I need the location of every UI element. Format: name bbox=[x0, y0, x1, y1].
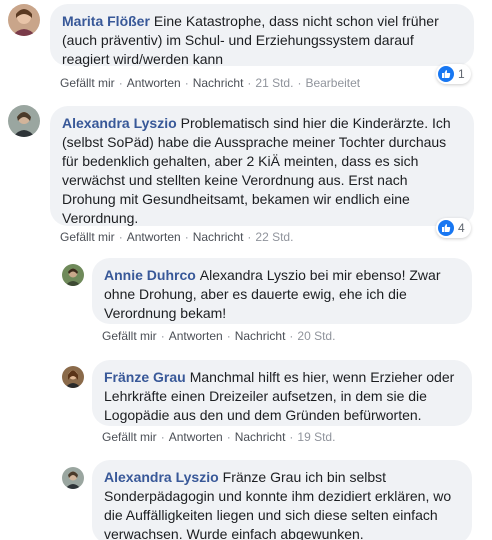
comment-actions: Gefällt mir · Antworten · Nachricht · 22 Std. bbox=[60, 230, 294, 244]
reply-bubble: Fränze Grau Manchmal hilft es hier, wenn … bbox=[92, 360, 472, 426]
comment-actions: Gefällt mir · Antworten · Nachricht · 19 Std. bbox=[102, 430, 336, 444]
like-link[interactable]: Gefällt mir bbox=[102, 329, 157, 343]
message-link[interactable]: Nachricht bbox=[235, 329, 286, 343]
reply-link[interactable]: Antworten bbox=[127, 230, 181, 244]
comment-author[interactable]: Alexandra Lyszio bbox=[104, 469, 219, 485]
edited-label[interactable]: Bearbeitet bbox=[305, 76, 360, 90]
timestamp[interactable]: 22 Std. bbox=[255, 230, 293, 244]
message-link[interactable]: Nachricht bbox=[235, 430, 286, 444]
comment-author[interactable]: Alexandra Lyszio bbox=[62, 115, 177, 131]
avatar[interactable] bbox=[62, 467, 84, 489]
reaction-number: 1 bbox=[458, 67, 465, 81]
timestamp[interactable]: 19 Std. bbox=[297, 430, 335, 444]
comment-text: Problematisch sind hier die Kinderärzte.… bbox=[62, 115, 451, 226]
reply-bubble: Annie Duhrco Alexandra Lyszio bei mir ebe… bbox=[92, 258, 472, 324]
like-link[interactable]: Gefällt mir bbox=[60, 230, 115, 244]
reaction-number: 4 bbox=[458, 221, 465, 235]
reply-link[interactable]: Antworten bbox=[169, 329, 223, 343]
reply-link[interactable]: Antworten bbox=[169, 430, 223, 444]
like-link[interactable]: Gefällt mir bbox=[102, 430, 157, 444]
like-reaction-icon bbox=[438, 66, 454, 82]
like-link[interactable]: Gefällt mir bbox=[60, 76, 115, 90]
comment-actions: Gefällt mir · Antworten · Nachricht · 20 Std. bbox=[102, 329, 336, 343]
avatar[interactable] bbox=[8, 4, 40, 36]
reaction-count[interactable]: 1 bbox=[436, 64, 471, 84]
comment-bubble: Alexandra Lyszio Problematisch sind hier … bbox=[50, 106, 474, 226]
comment-author[interactable]: Fränze Grau bbox=[104, 369, 186, 385]
comment-actions: Gefällt mir · Antworten · Nachricht · 21 Std. ·… bbox=[60, 76, 361, 90]
message-link[interactable]: Nachricht bbox=[193, 230, 244, 244]
avatar[interactable] bbox=[62, 366, 84, 388]
comment-author[interactable]: Annie Duhrco bbox=[104, 267, 196, 283]
message-link[interactable]: Nachricht bbox=[193, 76, 244, 90]
reaction-count[interactable]: 4 bbox=[436, 218, 471, 238]
timestamp[interactable]: 21 Std. bbox=[255, 76, 293, 90]
avatar[interactable] bbox=[8, 105, 40, 137]
avatar[interactable] bbox=[62, 264, 84, 286]
like-reaction-icon bbox=[438, 220, 454, 236]
reply-link[interactable]: Antworten bbox=[127, 76, 181, 90]
comment-author[interactable]: Marita Flößer bbox=[62, 13, 150, 29]
comment-bubble: Marita Flößer Eine Katastrophe, dass nich… bbox=[50, 4, 474, 67]
timestamp[interactable]: 20 Std. bbox=[297, 329, 335, 343]
reply-bubble: Alexandra Lyszio Fränze Grau ich bin selb… bbox=[92, 460, 472, 540]
